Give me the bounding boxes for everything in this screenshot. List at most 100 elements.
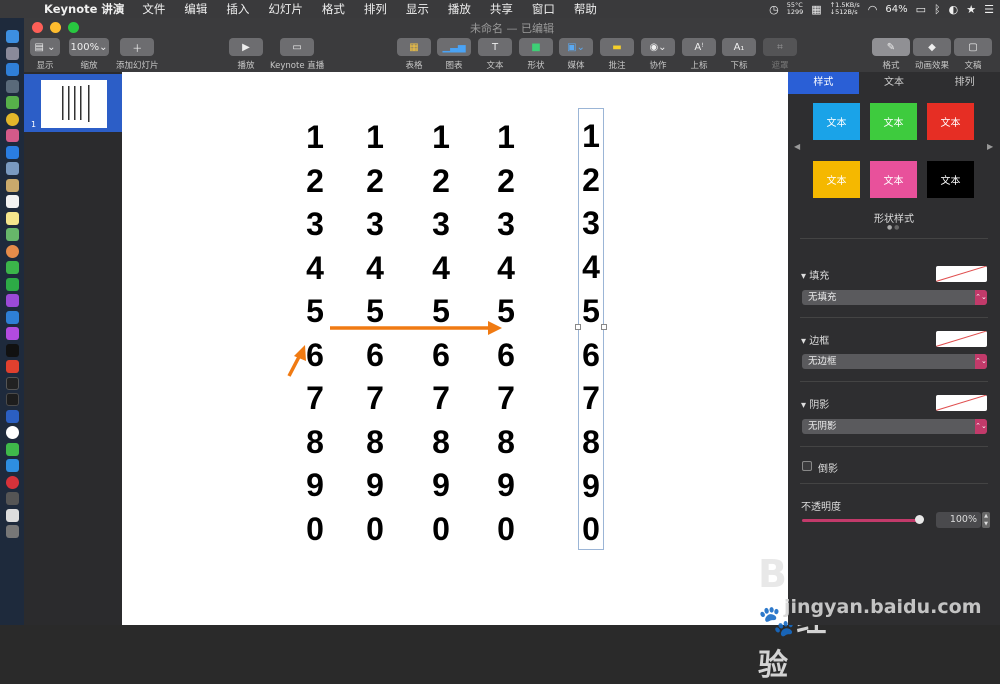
opacity-slider-thumb[interactable] — [915, 515, 924, 524]
messages-icon[interactable] — [5, 261, 19, 274]
style-swatch-green[interactable]: 文本 — [870, 103, 917, 140]
slide-canvas[interactable]: 1234567890 1234567890 1234567890 1234567… — [122, 72, 828, 683]
app-menu[interactable]: Keynote 讲演 — [44, 1, 124, 17]
play-button[interactable]: ▶ — [229, 38, 263, 56]
view-button[interactable]: ▤ ⌄ — [30, 38, 60, 56]
keynote-live-tool[interactable]: ▭ Keynote 直播 — [270, 38, 324, 71]
superscript-tool[interactable]: Aꜝ 上标 — [682, 38, 716, 71]
media-tool[interactable]: ▣⌄ 媒体 — [559, 38, 593, 71]
fill-select[interactable]: 无填充 ⌃⌄ — [802, 290, 987, 305]
final-cut-icon[interactable] — [5, 492, 19, 505]
wechat-icon[interactable] — [5, 442, 19, 456]
browser-icon[interactable] — [5, 459, 19, 472]
menu-play[interactable]: 播放 — [448, 1, 471, 17]
shape-tool[interactable]: ■ 形状 — [519, 38, 553, 71]
menu-edit[interactable]: 编辑 — [184, 1, 207, 17]
border-section[interactable]: ▾ 边框 — [801, 332, 829, 347]
app-icon[interactable] — [5, 129, 19, 142]
shape-button[interactable]: ■ — [519, 38, 553, 56]
favorites-star-icon[interactable]: ★ — [966, 3, 976, 16]
style-swatch-yellow[interactable]: 文本 — [813, 161, 860, 198]
superscript-button[interactable]: Aꜝ — [682, 38, 716, 56]
opacity-slider-track[interactable] — [802, 519, 920, 522]
view-tool[interactable]: ▤ ⌄ 显示 — [30, 38, 60, 71]
app-store-icon[interactable] — [5, 145, 19, 159]
format-button[interactable]: ✎ — [872, 38, 910, 56]
play-tool[interactable]: ▶ 播放 — [229, 38, 263, 71]
keynote-icon[interactable] — [5, 310, 19, 324]
style-swatch-red[interactable]: 文本 — [927, 103, 974, 140]
table-button[interactable]: ▦ — [397, 38, 431, 56]
rocket-icon[interactable] — [5, 79, 19, 93]
safari-icon[interactable] — [5, 63, 19, 76]
document-icon[interactable] — [5, 508, 19, 522]
document-tool[interactable]: ▢ 文稿 — [954, 38, 992, 71]
media-button[interactable]: ▣⌄ — [559, 38, 593, 56]
activity-monitor-icon[interactable] — [5, 393, 19, 406]
chart-button[interactable]: ▁▃▅ — [437, 38, 471, 56]
mask-button[interactable]: ⌗ — [763, 38, 797, 56]
menu-share[interactable]: 共享 — [490, 1, 513, 17]
menu-format[interactable]: 格式 — [322, 1, 345, 17]
menu-arrange[interactable]: 排列 — [364, 1, 387, 17]
animate-tool[interactable]: ◆ 动画效果 — [913, 38, 951, 71]
apple-tv-icon[interactable] — [5, 343, 19, 357]
text-button[interactable]: T — [478, 38, 512, 56]
tab-arrange[interactable]: 排列 — [929, 72, 1000, 94]
shadow-select[interactable]: 无阴影 ⌃⌄ — [802, 419, 987, 434]
netease-icon[interactable] — [5, 475, 19, 489]
reflection-checkbox[interactable] — [802, 461, 812, 471]
mask-tool[interactable]: ⌗ 遮罩 — [763, 38, 797, 71]
menu-window[interactable]: 窗口 — [532, 1, 555, 17]
music-app-icon[interactable] — [5, 294, 19, 307]
collaborate-button[interactable]: ◉⌄ — [641, 38, 675, 56]
android-icon[interactable] — [5, 96, 19, 109]
finder-icon[interactable] — [5, 30, 19, 43]
notes-icon[interactable] — [5, 178, 19, 192]
yandex-icon[interactable] — [5, 426, 19, 439]
clock-icon[interactable]: ◷ — [769, 3, 779, 16]
chrome-icon[interactable] — [5, 112, 19, 126]
fill-section[interactable]: ▾ 填充 — [801, 267, 829, 282]
add-slide-button[interactable]: ＋ — [120, 38, 155, 56]
stickies-icon[interactable] — [5, 211, 19, 225]
collaborate-tool[interactable]: ◉⌄ 协作 — [641, 38, 675, 71]
shadow-color-well[interactable] — [936, 395, 987, 411]
slide-thumbnail[interactable] — [41, 80, 107, 128]
facetime-icon[interactable] — [5, 277, 19, 291]
sensor-readout[interactable]: 55°C 1299 — [787, 2, 804, 16]
preview-icon[interactable] — [5, 162, 19, 175]
format-tool[interactable]: ✎ 格式 — [872, 38, 910, 71]
notification-list-icon[interactable]: ☰ — [984, 3, 994, 16]
cpu-chart-icon[interactable]: ▦ — [811, 3, 821, 16]
control-center-icon[interactable]: ◐ — [949, 3, 959, 16]
menu-insert[interactable]: 插入 — [226, 1, 249, 17]
tab-style[interactable]: 样式 — [788, 72, 859, 94]
border-select[interactable]: 无边框 ⌃⌄ — [802, 354, 987, 369]
vpn-icon[interactable] — [5, 409, 19, 423]
bluetooth-icon[interactable]: ᛒ — [934, 3, 941, 16]
comment-tool[interactable]: ▬ 批注 — [600, 38, 634, 71]
table-tool[interactable]: ▦ 表格 — [397, 38, 431, 71]
menu-help[interactable]: 帮助 — [574, 1, 597, 17]
zoom-select[interactable]: 100% ⌄ — [69, 38, 109, 56]
subscript-tool[interactable]: A₁ 下标 — [722, 38, 756, 71]
subscript-button[interactable]: A₁ — [722, 38, 756, 56]
wifi-icon[interactable]: ◠ — [868, 3, 878, 16]
vivaldi-icon[interactable] — [5, 360, 19, 373]
chart-tool[interactable]: ▁▃▅ 图表 — [437, 38, 471, 71]
document-button[interactable]: ▢ — [954, 38, 992, 56]
animate-button[interactable]: ◆ — [913, 38, 951, 56]
style-swatch-blue[interactable]: 文本 — [813, 103, 860, 140]
tab-text[interactable]: 文本 — [859, 72, 930, 94]
menu-slide[interactable]: 幻灯片 — [268, 1, 303, 17]
fill-color-well[interactable] — [936, 266, 987, 282]
maps-icon[interactable] — [5, 228, 19, 241]
border-color-well[interactable] — [936, 331, 987, 347]
opacity-input[interactable]: 100% — [936, 512, 981, 528]
shadow-section[interactable]: ▾ 阴影 — [801, 396, 829, 411]
podcasts-icon[interactable] — [5, 327, 19, 340]
style-swatch-pink[interactable]: 文本 — [870, 161, 917, 198]
launchpad-icon[interactable] — [5, 46, 19, 60]
photos-icon[interactable] — [5, 244, 19, 258]
